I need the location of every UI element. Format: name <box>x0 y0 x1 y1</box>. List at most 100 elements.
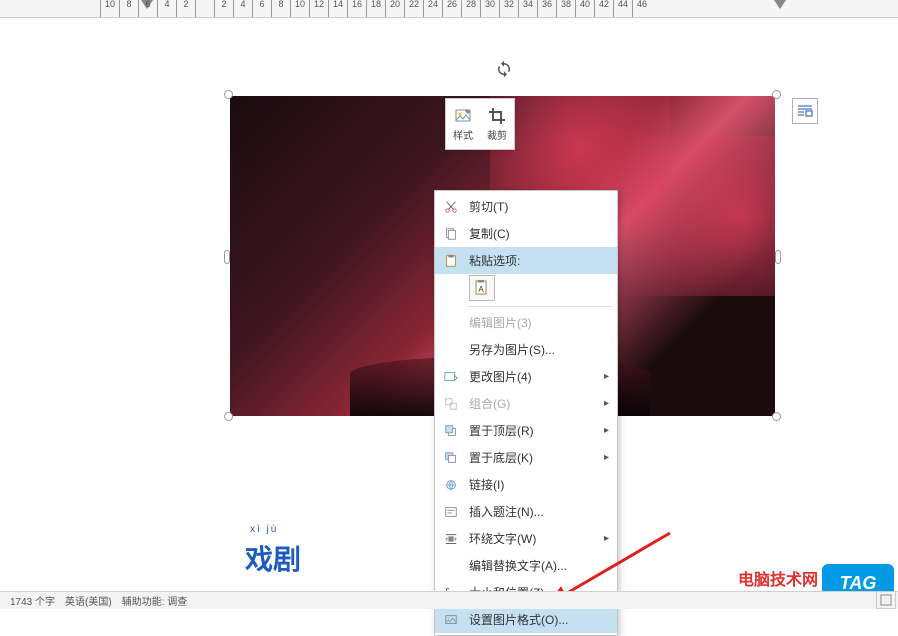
ruler-tick: 32 <box>499 0 518 17</box>
ctx-edit-picture: 编辑图片(3) <box>435 309 617 336</box>
format-pic-icon <box>439 610 463 630</box>
copy-icon <box>439 224 463 244</box>
ctx-save-as-picture[interactable]: 另存为图片(S)... <box>435 336 617 363</box>
ruler-tick: 10 <box>290 0 309 17</box>
ruler-tick: 22 <box>404 0 423 17</box>
bring-front-icon <box>439 421 463 441</box>
crop-icon <box>488 107 506 125</box>
group-label: 组合(G) <box>469 395 604 412</box>
ctx-bring-to-front[interactable]: 置于顶层(R) ▸ <box>435 417 617 444</box>
resize-handle-bottom-right[interactable] <box>772 412 781 421</box>
alt-text-label: 编辑替换文字(A)... <box>469 557 609 574</box>
picture-style-icon <box>454 107 472 125</box>
ruler-tick: 10 <box>100 0 119 17</box>
rotate-handle[interactable] <box>495 60 513 78</box>
resize-handle-top-right[interactable] <box>772 90 781 99</box>
submenu-arrow-icon: ▸ <box>604 533 609 544</box>
ctx-send-to-back[interactable]: 置于底层(K) ▸ <box>435 444 617 471</box>
resize-handle-top-left[interactable] <box>224 90 233 99</box>
resize-handle-right[interactable] <box>775 250 781 264</box>
ruler-tick: 42 <box>594 0 613 17</box>
ruler-tick: 2 <box>176 0 195 17</box>
title-ruby: xì jù <box>250 524 278 535</box>
caption-icon <box>439 502 463 522</box>
ctx-group: 组合(G) ▸ <box>435 390 617 417</box>
ruler-tick: 6 <box>252 0 271 17</box>
change-pic-icon <box>439 367 463 387</box>
resize-handle-bottom-left[interactable] <box>224 412 233 421</box>
send-back-icon <box>439 448 463 468</box>
ctx-link[interactable]: 链接(I) <box>435 471 617 498</box>
ruler-tick: 24 <box>423 0 442 17</box>
ctx-edit-alt-text[interactable]: 编辑替换文字(A)... <box>435 552 617 579</box>
ruler-tick: 14 <box>328 0 347 17</box>
ruler-tick: 18 <box>366 0 385 17</box>
submenu-arrow-icon: ▸ <box>604 452 609 463</box>
word-count[interactable]: 1743 个字 <box>10 593 55 608</box>
crop-button[interactable]: 裁剪 <box>480 99 514 149</box>
ruler-tick: 8 <box>119 0 138 17</box>
bring-front-label: 置于顶层(R) <box>469 422 604 439</box>
send-back-label: 置于底层(K) <box>469 449 604 466</box>
submenu-arrow-icon: ▸ <box>604 371 609 382</box>
ruler-tick: 26 <box>442 0 461 17</box>
paste-icon <box>439 251 463 271</box>
wrap-label: 环绕文字(W) <box>469 530 604 547</box>
ctx-change-picture[interactable]: 更改图片(4) ▸ <box>435 363 617 390</box>
ruler-tick: 44 <box>613 0 632 17</box>
group-icon <box>439 394 463 414</box>
ctx-insert-caption[interactable]: 插入题注(N)... <box>435 498 617 525</box>
ctx-copy-label: 复制(C) <box>469 225 609 242</box>
document-canvas[interactable]: 样式 裁剪 剪切(T) 复制(C) 粘贴选项: A 编辑图片(3) <box>0 18 898 591</box>
status-icon[interactable] <box>876 591 896 609</box>
ruler-tick: 20 <box>385 0 404 17</box>
ruler-right-marker[interactable] <box>774 0 786 9</box>
change-pic-label: 更改图片(4) <box>469 368 604 385</box>
expand-icon <box>880 594 892 606</box>
submenu-arrow-icon: ▸ <box>604 425 609 436</box>
ruler-tick: 2 <box>214 0 233 17</box>
ruler-tick: 4 <box>233 0 252 17</box>
paste-options-row: A <box>435 274 617 304</box>
ruler-tick: 46 <box>632 0 651 17</box>
ctx-cut[interactable]: 剪切(T) <box>435 193 617 220</box>
crop-label: 裁剪 <box>487 127 507 142</box>
link-icon <box>439 475 463 495</box>
style-label: 样式 <box>453 127 473 142</box>
context-menu: 剪切(T) 复制(C) 粘贴选项: A 编辑图片(3) 另存为图片(S)... … <box>434 190 618 636</box>
submenu-arrow-icon: ▸ <box>604 398 609 409</box>
ctx-format-picture[interactable]: 设置图片格式(O)... <box>435 606 617 633</box>
style-button[interactable]: 样式 <box>446 99 480 149</box>
watermark-brand: 电脑技术网 <box>738 566 818 590</box>
horizontal-ruler: 1086422468101214161820222426283032343638… <box>0 0 898 18</box>
mini-toolbar: 样式 裁剪 <box>445 98 515 150</box>
caption-label: 插入题注(N)... <box>469 503 609 520</box>
document-title[interactable]: 戏剧 <box>245 538 301 578</box>
ruler-tick: 16 <box>347 0 366 17</box>
ruler-tick: 40 <box>575 0 594 17</box>
ruler-tick: 12 <box>309 0 328 17</box>
ruler-tick: 6 <box>138 0 157 17</box>
svg-text:A: A <box>478 285 484 294</box>
language-indicator[interactable]: 英语(美国) <box>65 593 112 608</box>
ruler-tick: 4 <box>157 0 176 17</box>
ctx-wrap-text[interactable]: 环绕文字(W) ▸ <box>435 525 617 552</box>
ctx-copy[interactable]: 复制(C) <box>435 220 617 247</box>
paste-header-label: 粘贴选项: <box>469 252 609 269</box>
ruler-tick: 38 <box>556 0 575 17</box>
cut-icon <box>439 197 463 217</box>
ruler-tick: 28 <box>461 0 480 17</box>
status-bar: 1743 个字 英语(美国) 辅助功能: 调查 <box>0 591 898 609</box>
ruler-tick: 30 <box>480 0 499 17</box>
layout-options-button[interactable] <box>792 98 818 124</box>
separator <box>467 306 613 307</box>
ruler-tick <box>195 0 214 17</box>
resize-handle-left[interactable] <box>224 250 230 264</box>
clipboard-a-icon: A <box>473 279 491 297</box>
ctx-cut-label: 剪切(T) <box>469 198 609 215</box>
paste-option-keep-text[interactable]: A <box>469 275 495 301</box>
save-as-pic-label: 另存为图片(S)... <box>469 341 609 358</box>
ruler-tick: 8 <box>271 0 290 17</box>
ruler-tick: 36 <box>537 0 556 17</box>
accessibility-status[interactable]: 辅助功能: 调查 <box>122 593 188 608</box>
